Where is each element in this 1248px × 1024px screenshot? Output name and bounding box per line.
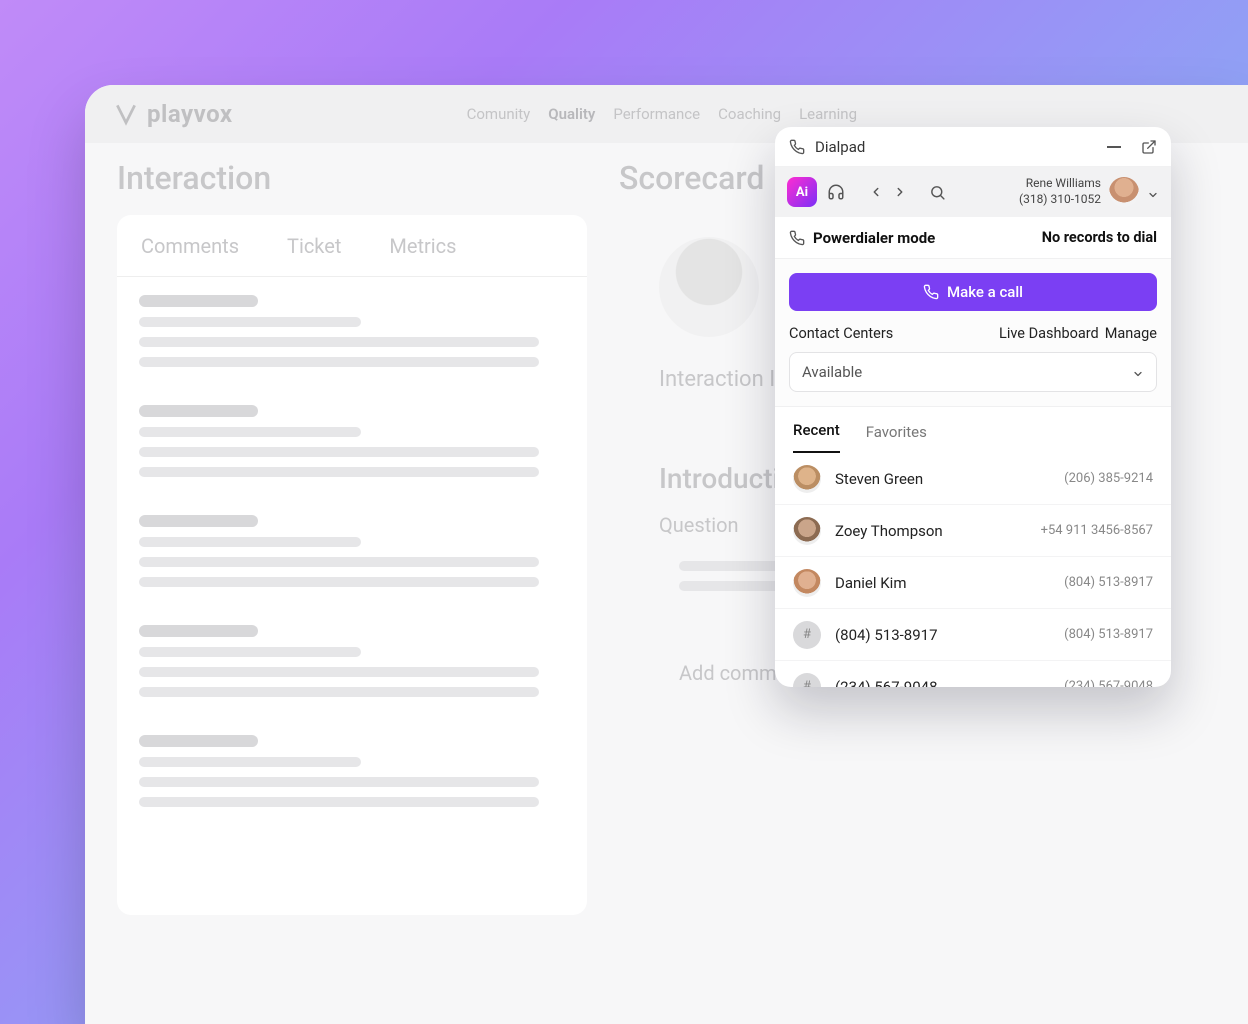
search-icon[interactable] — [929, 184, 946, 201]
scorecard-avatar — [659, 237, 759, 337]
dialpad-user-phone: (318) 310-1052 — [1019, 192, 1101, 208]
powerdialer-label: Powerdialer mode — [813, 229, 935, 247]
dialpad-user-name: Rene Williams — [1019, 176, 1101, 192]
comments-card: Comments Ticket Metrics — [117, 215, 587, 915]
hash-icon: # — [793, 673, 821, 688]
powerdialer-row: Powerdialer mode No records to dial — [775, 217, 1171, 259]
phone-icon — [789, 230, 805, 246]
contact-avatar — [793, 517, 821, 545]
availability-value: Available — [802, 363, 862, 381]
dialpad-user[interactable]: Rene Williams (318) 310-1052 — [1019, 176, 1159, 207]
nav-coaching[interactable]: Coaching — [718, 105, 781, 123]
ai-badge-icon[interactable]: Ai — [787, 177, 817, 207]
contact-avatar — [793, 569, 821, 597]
contact-phone: (206) 385-9214 — [1064, 471, 1153, 486]
nav-forward-icon[interactable] — [893, 185, 907, 199]
nav-quality[interactable]: Quality — [548, 105, 595, 123]
playvox-brand-text: playvox — [147, 100, 233, 128]
dialpad-user-text: Rene Williams (318) 310-1052 — [1019, 176, 1101, 207]
contact-phone: (804) 513-8917 — [1064, 627, 1153, 642]
dialpad-tabs: Recent Favorites — [775, 407, 1171, 453]
nav-back-icon[interactable] — [869, 185, 883, 199]
playvox-logo: playvox — [113, 100, 233, 128]
contact-name: (804) 513-8917 — [835, 626, 938, 644]
contact-avatar — [793, 465, 821, 493]
recent-item[interactable]: Steven Green (206) 385-9214 — [775, 453, 1171, 505]
chevron-down-icon — [1132, 366, 1144, 378]
question-label: Question — [659, 513, 739, 537]
interaction-panel: Interaction Comments Ticket Metrics — [117, 159, 587, 1024]
live-dashboard-link[interactable]: Live Dashboard — [999, 325, 1099, 342]
make-call-button[interactable]: Make a call — [789, 273, 1157, 311]
phone-icon — [923, 284, 939, 300]
skeleton-block — [117, 717, 587, 827]
tab-favorites[interactable]: Favorites — [866, 423, 927, 453]
dialpad-body: Make a call Contact Centers Live Dashboa… — [775, 259, 1171, 407]
nav-learning[interactable]: Learning — [799, 105, 857, 123]
skeleton-block — [117, 607, 587, 717]
availability-select[interactable]: Available — [789, 352, 1157, 392]
no-records-label: No records to dial — [1042, 229, 1157, 246]
headphones-icon[interactable] — [827, 183, 845, 201]
playvox-nav: Comunity Quality Performance Coaching Le… — [467, 105, 857, 123]
playvox-logo-icon — [113, 101, 139, 127]
dialpad-user-avatar — [1109, 177, 1139, 207]
contact-centers-label: Contact Centers — [789, 325, 893, 342]
dialpad-titlebar: Dialpad — [775, 127, 1171, 167]
recent-item[interactable]: Zoey Thompson +54 911 3456-8567 — [775, 505, 1171, 557]
tab-recent[interactable]: Recent — [793, 421, 840, 453]
nav-community[interactable]: Comunity — [467, 105, 531, 123]
recent-item[interactable]: # (804) 513-8917 (804) 513-8917 — [775, 609, 1171, 661]
skeleton-block — [117, 387, 587, 497]
dialpad-panel: Dialpad Ai Rene Williams (318) 310-1052 — [775, 127, 1171, 687]
skeleton-block — [117, 277, 587, 387]
recent-item[interactable]: # (234) 567-9048 (234) 567-9048 — [775, 661, 1171, 687]
contact-phone: (234) 567-9048 — [1064, 679, 1153, 687]
recent-item[interactable]: Daniel Kim (804) 513-8917 — [775, 557, 1171, 609]
contact-phone: (804) 513-8917 — [1064, 575, 1153, 590]
chevron-down-icon[interactable] — [1147, 186, 1159, 198]
comments-tabs: Comments Ticket Metrics — [117, 215, 587, 277]
tab-ticket[interactable]: Ticket — [263, 215, 365, 276]
skeleton-block — [117, 497, 587, 607]
tab-comments[interactable]: Comments — [117, 215, 263, 276]
popout-icon[interactable] — [1141, 139, 1157, 155]
dialpad-header: Ai Rene Williams (318) 310-1052 — [775, 167, 1171, 217]
contact-phone: +54 911 3456-8567 — [1041, 523, 1153, 538]
interaction-title: Interaction — [117, 159, 587, 197]
phone-icon — [789, 139, 805, 155]
dialpad-title: Dialpad — [815, 138, 865, 156]
tab-metrics[interactable]: Metrics — [365, 215, 480, 276]
contact-name: (234) 567-9048 — [835, 678, 938, 688]
manage-link[interactable]: Manage — [1105, 325, 1157, 342]
contact-name: Zoey Thompson — [835, 522, 943, 540]
make-call-label: Make a call — [947, 283, 1023, 301]
nav-performance[interactable]: Performance — [613, 105, 700, 123]
hash-icon: # — [793, 621, 821, 649]
minimize-icon[interactable] — [1107, 146, 1121, 148]
recent-list: Steven Green (206) 385-9214 Zoey Thompso… — [775, 453, 1171, 687]
contact-name: Daniel Kim — [835, 574, 906, 592]
contact-name: Steven Green — [835, 470, 923, 488]
contact-centers-row: Contact Centers Live Dashboard Manage — [789, 325, 1157, 342]
